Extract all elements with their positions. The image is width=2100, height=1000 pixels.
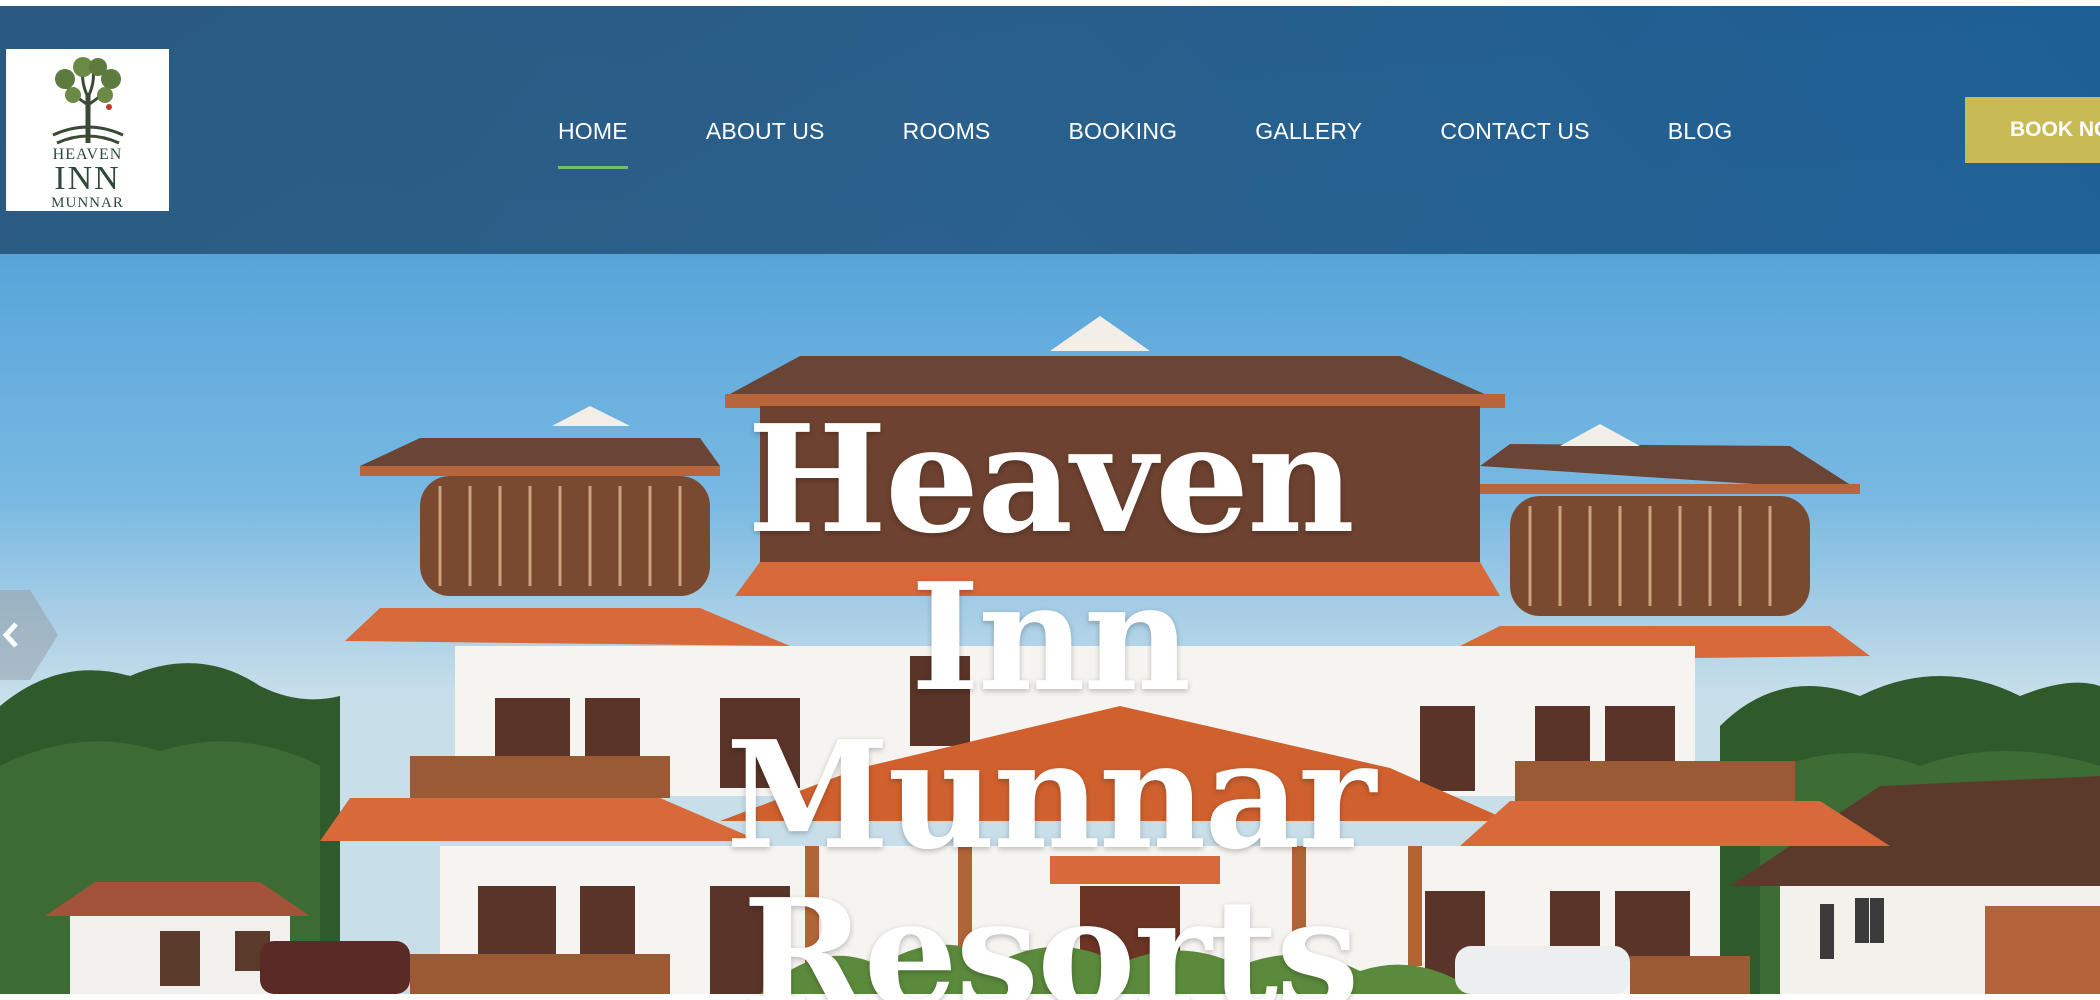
logo-text-munnar: MUNNAR (51, 195, 124, 211)
nav-contact-us[interactable]: CONTACT US (1440, 118, 1589, 145)
site-logo[interactable]: HEAVEN INN MUNNAR (6, 49, 169, 211)
book-now-button[interactable]: BOOK NOW (1965, 97, 2100, 163)
nav-rooms[interactable]: ROOMS (903, 118, 991, 145)
nav-gallery[interactable]: GALLERY (1255, 118, 1362, 145)
nav-home[interactable]: HOME (558, 118, 628, 169)
nav-booking[interactable]: BOOKING (1068, 118, 1177, 145)
hero-title-line-3: Resorts (742, 866, 1360, 1000)
hero-title-line-1: Heaven Inn (747, 392, 1355, 724)
logo-text-inn: INN (54, 160, 121, 197)
slider-prev-button[interactable] (0, 590, 58, 680)
hero-title: Heaven Inn Munnar Resorts (600, 400, 1500, 1000)
site-header: HEAVEN INN MUNNAR HOME ABOUT US ROOMS BO… (0, 6, 2100, 254)
tree-logo-icon (51, 57, 124, 145)
nav-about-us[interactable]: ABOUT US (706, 118, 825, 145)
nav-blog[interactable]: BLOG (1668, 118, 1733, 145)
chevron-left-icon (0, 590, 58, 680)
main-nav: HOME ABOUT US ROOMS BOOKING GALLERY CONT… (558, 118, 1810, 169)
hero-title-line-2: Munnar (725, 708, 1377, 882)
